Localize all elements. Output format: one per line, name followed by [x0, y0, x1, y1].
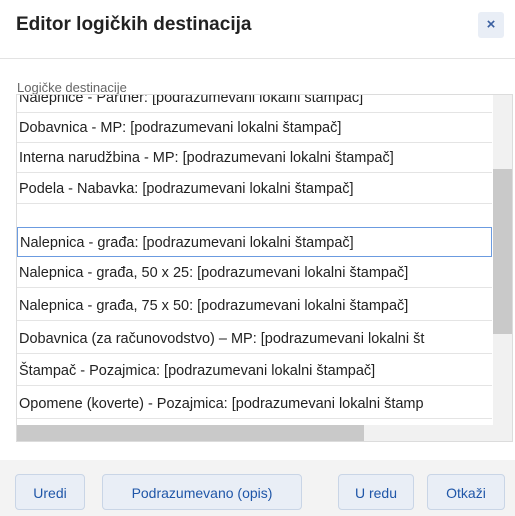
dialog-title: Editor logičkih destinacija — [16, 14, 252, 35]
list-item[interactable]: Nalepnica - građa, 75 x 50: [podrazumeva… — [17, 291, 492, 321]
list-label: Logičke destinacije — [17, 80, 127, 95]
list-item[interactable]: Štampač - Pozajmica: [podrazumevani loka… — [17, 356, 492, 386]
cancel-button[interactable]: Otkaži — [427, 474, 505, 510]
default-description-button[interactable]: Podrazumevano (opis) — [102, 474, 302, 510]
list-item-selected[interactable]: Nalepnica - građa: [podrazumevani lokaln… — [17, 227, 492, 257]
vertical-scrollbar-thumb[interactable] — [493, 169, 512, 334]
list-item[interactable]: Opomene (koverte) - Pozajmica: [podrazum… — [17, 389, 492, 419]
dialog-header: Editor logičkih destinacija × — [0, 0, 515, 59]
list-item[interactable]: Interna narudžbina - MP: [podrazumevani … — [17, 143, 492, 173]
list-rows: Nalepnice - Partner: [podrazumevani loka… — [17, 95, 492, 425]
list-item[interactable]: Dobavnica - MP: [podrazumevani lokalni š… — [17, 113, 492, 143]
destinations-list[interactable]: Nalepnice - Partner: [podrazumevani loka… — [16, 94, 513, 442]
list-item[interactable]: Dobavnica (za računovodstvo) – MP: [podr… — [17, 324, 492, 354]
close-button[interactable]: × — [478, 12, 504, 38]
ok-button[interactable]: U redu — [338, 474, 414, 510]
edit-button[interactable]: Uredi — [15, 474, 85, 510]
close-icon: × — [486, 16, 496, 33]
list-item[interactable]: Podela - Nabavka: [podrazumevani lokalni… — [17, 174, 492, 204]
list-item[interactable]: Nalepnica - građa, 50 x 25: [podrazumeva… — [17, 258, 492, 288]
list-item[interactable]: Nalepnice - Partner: [podrazumevani loka… — [17, 95, 492, 113]
horizontal-scrollbar-thumb[interactable] — [17, 425, 364, 441]
